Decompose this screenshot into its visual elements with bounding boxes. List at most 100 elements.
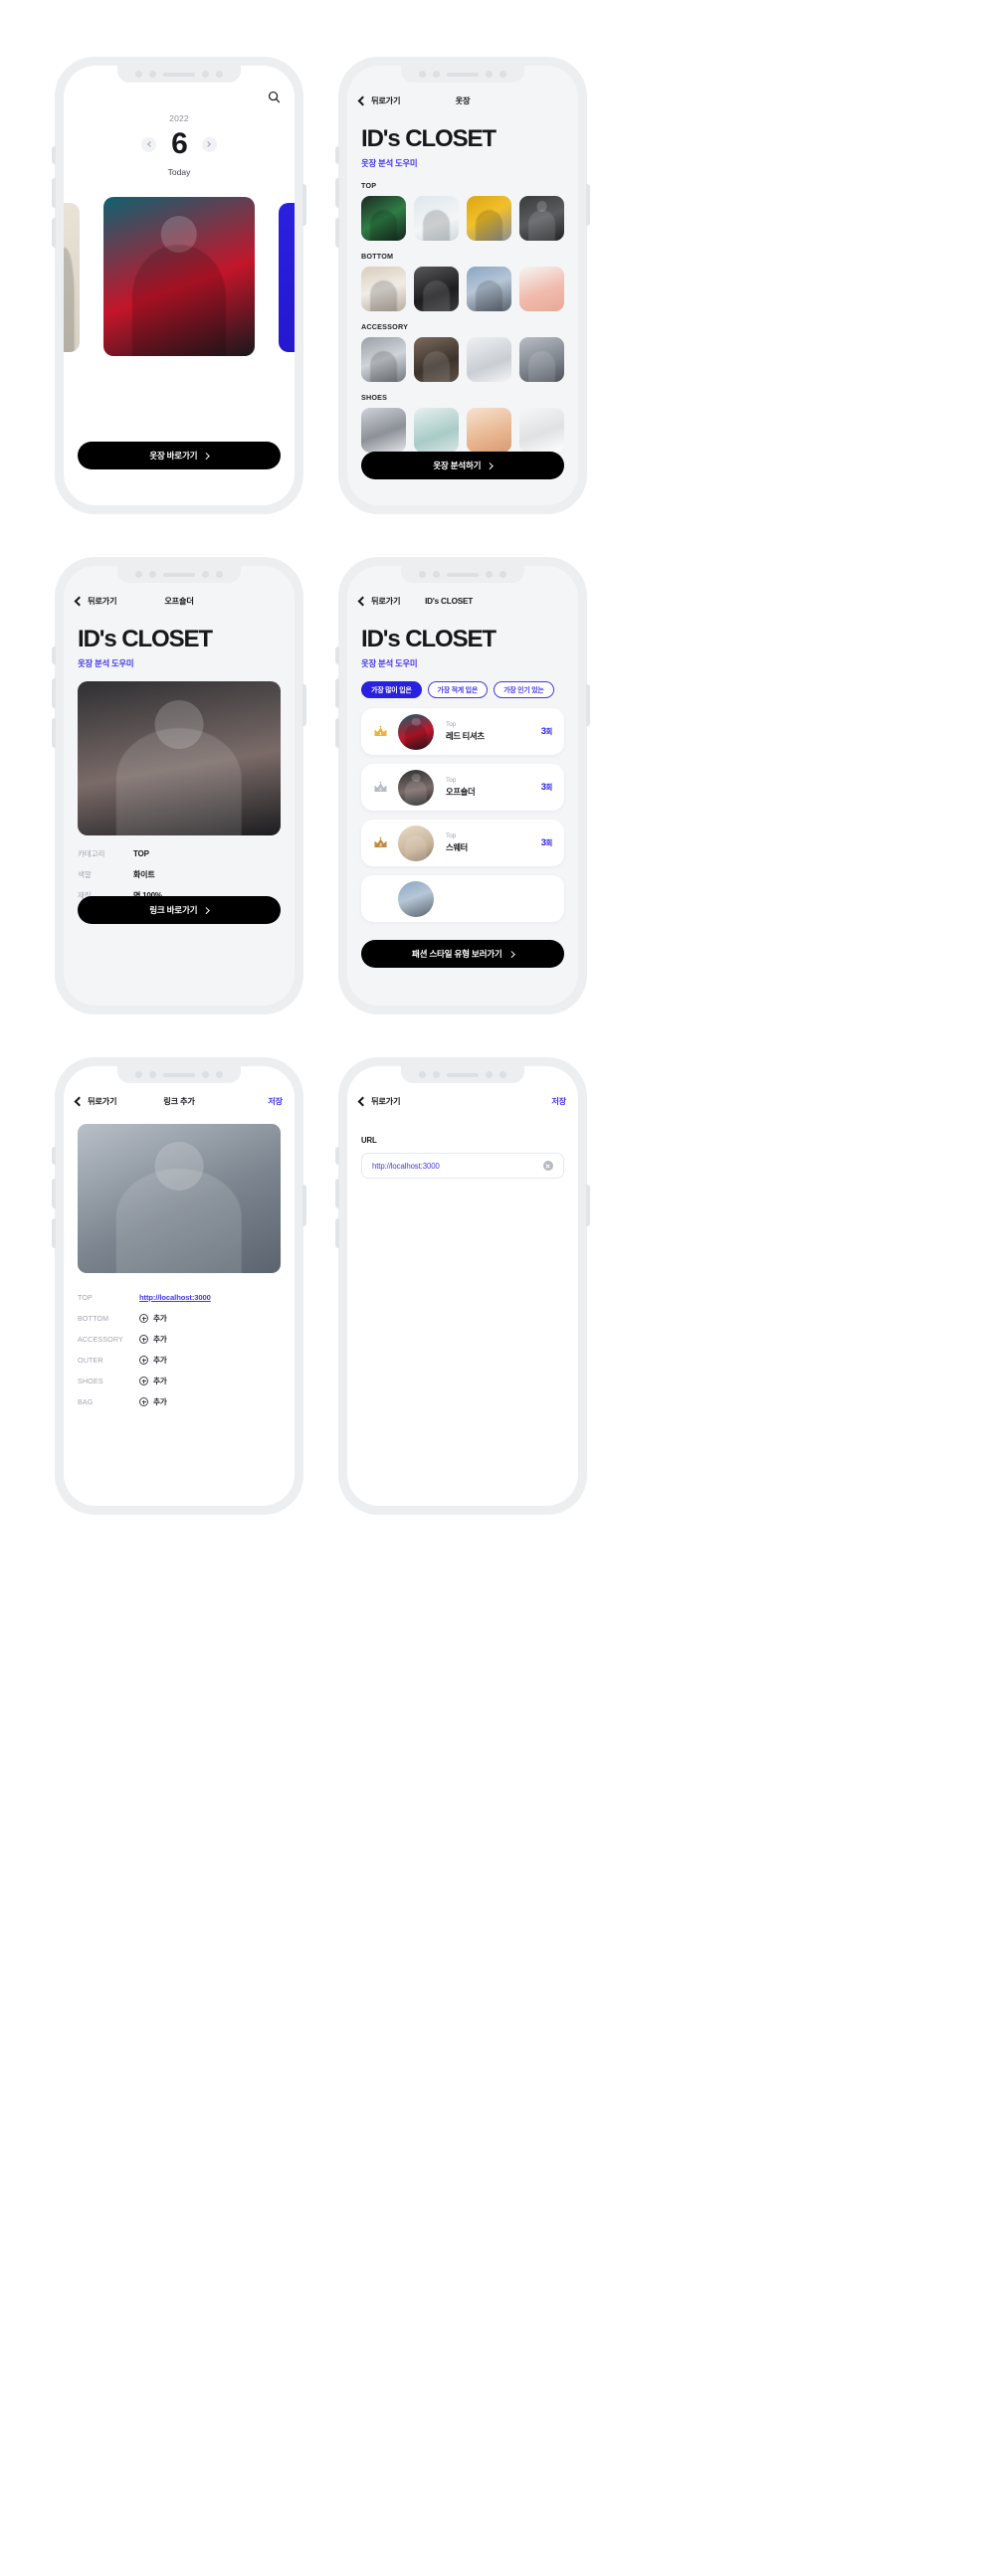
- filter-chip-most-worn[interactable]: 가장 많이 입은: [361, 681, 422, 698]
- section-items: [361, 337, 564, 382]
- search-icon[interactable]: [268, 91, 281, 103]
- carousel-slide-next[interactable]: [279, 203, 295, 352]
- link-url[interactable]: http://localhost:3000: [139, 1293, 211, 1302]
- save-button[interactable]: 저장: [268, 1095, 283, 1107]
- phone-button-mute: [52, 146, 56, 164]
- link-row: OUTER 추가: [78, 1350, 281, 1371]
- notch-sensor-dot: [499, 571, 506, 578]
- section-items: [361, 196, 564, 241]
- chevron-left-icon: [357, 1096, 368, 1106]
- add-link-button[interactable]: 추가: [139, 1376, 167, 1386]
- ranking-row[interactable]: [361, 875, 564, 922]
- add-link-button[interactable]: 추가: [139, 1355, 167, 1366]
- closet-item-beige-pants[interactable]: [361, 267, 406, 311]
- back-label: 뒤로가기: [88, 1097, 117, 1106]
- url-field-label: URL: [361, 1136, 377, 1145]
- closet-item-white-sneakers[interactable]: [414, 408, 459, 453]
- url-input[interactable]: http://localhost:3000: [372, 1162, 543, 1171]
- cta-label: 옷장 분석하기: [433, 460, 482, 470]
- brand-header: ID's CLOSET 옷장 분석 도우미: [64, 614, 295, 669]
- ranking-row[interactable]: 3 Top 스웨터 3회: [361, 820, 564, 866]
- notch-camera-dot: [433, 71, 440, 78]
- navigation-bar: 뒤로가기 링크 추가 저장: [64, 1088, 295, 1114]
- notch-speaker-bar: [447, 72, 479, 77]
- outfit-carousel[interactable]: [64, 195, 295, 358]
- link-row: BAG 추가: [78, 1391, 281, 1412]
- carousel-slide-previous[interactable]: [64, 203, 80, 352]
- wear-count-unit: 회: [545, 783, 553, 792]
- notch-speaker-bar: [163, 1072, 195, 1077]
- closet-item-black-leather-pants[interactable]: [414, 267, 459, 311]
- closet-item-green-top[interactable]: [361, 196, 406, 241]
- add-link-button[interactable]: 추가: [139, 1334, 167, 1345]
- back-button[interactable]: 뒤로가기: [74, 595, 117, 607]
- phone-notch: [401, 566, 524, 583]
- section-items: [361, 267, 564, 311]
- back-label: 뒤로가기: [371, 96, 401, 105]
- notch-sensor-dot: [135, 571, 142, 578]
- filter-chip-least-worn[interactable]: 가장 적게 입은: [427, 681, 489, 698]
- closet-item-white-mules[interactable]: [519, 408, 564, 453]
- closet-section-top: TOP: [361, 181, 564, 241]
- phone-button-power: [586, 184, 590, 226]
- clear-circle-icon[interactable]: [543, 1161, 553, 1171]
- notch-sensor-dot: [216, 1071, 223, 1078]
- spec-value: TOP: [133, 849, 149, 858]
- closet-item-nude-sandals[interactable]: [467, 408, 511, 453]
- notch-sensor-dot: [135, 1071, 142, 1078]
- filter-chip-most-popular[interactable]: 가장 인기 있는: [494, 681, 554, 698]
- notch-camera-dot: [433, 571, 440, 578]
- chevron-left-icon[interactable]: [141, 136, 157, 152]
- closet-item-silver-heels[interactable]: [361, 408, 406, 453]
- save-button[interactable]: 저장: [551, 1095, 566, 1107]
- notch-camera-dot: [149, 71, 156, 78]
- closet-section-shoes: SHOES: [361, 393, 564, 453]
- chevron-left-icon: [357, 596, 368, 606]
- link-key: BOTTOM: [78, 1314, 109, 1323]
- ranking-row[interactable]: 1 Top 레드 티셔츠 3회: [361, 708, 564, 755]
- chevron-right-icon[interactable]: [201, 136, 217, 152]
- phone-button-volume-up: [335, 678, 339, 708]
- plus-circle-icon: [139, 1356, 148, 1365]
- notch-sensor-dot: [486, 571, 493, 578]
- back-button[interactable]: 뒤로가기: [357, 595, 401, 607]
- closet-item-blue-jeans[interactable]: [467, 267, 511, 311]
- phone-button-volume-down: [52, 718, 56, 748]
- back-button[interactable]: 뒤로가기: [357, 94, 401, 106]
- go-to-link-button[interactable]: 링크 바로가기: [78, 896, 281, 924]
- wear-count-unit: 회: [545, 838, 553, 847]
- closet-item-sunglasses[interactable]: [361, 337, 406, 382]
- closet-item-gray-scarf[interactable]: [519, 337, 564, 382]
- phone-notch: [117, 1066, 241, 1083]
- notch-speaker-bar: [447, 1072, 479, 1077]
- url-input-wrapper[interactable]: http://localhost:3000: [361, 1153, 564, 1179]
- back-button[interactable]: 뒤로가기: [357, 1095, 401, 1107]
- brand-subtitle: 옷장 분석 도우미: [78, 658, 134, 668]
- plus-circle-icon: [139, 1397, 148, 1406]
- closet-item-white-sunglasses[interactable]: [467, 337, 511, 382]
- go-to-closet-button[interactable]: 옷장 바로가기: [78, 442, 281, 469]
- day-number: 6: [171, 127, 188, 160]
- closet-item-off-shoulder[interactable]: [519, 196, 564, 241]
- notch-sensor-dot: [202, 1071, 209, 1078]
- closet-item-white-knit[interactable]: [414, 196, 459, 241]
- add-link-button[interactable]: 추가: [139, 1313, 167, 1324]
- link-key: ACCESSORY: [78, 1335, 123, 1344]
- carousel-slide-active[interactable]: [103, 197, 255, 356]
- ranking-row-text: Top 스웨터: [446, 832, 541, 853]
- back-button[interactable]: 뒤로가기: [74, 1095, 117, 1107]
- notch-camera-dot: [433, 1071, 440, 1078]
- navigation-bar: 뒤로가기 옷장: [347, 88, 578, 113]
- navigation-bar: 뒤로가기 오프숄더: [64, 588, 295, 614]
- closet-item-brown-bag[interactable]: [414, 337, 459, 382]
- chevron-right-icon: [203, 906, 210, 914]
- plus-circle-icon: [139, 1377, 148, 1385]
- item-name: 오프숄더: [446, 787, 476, 797]
- add-link-button[interactable]: 추가: [139, 1396, 167, 1407]
- analyze-closet-button[interactable]: 옷장 분석하기: [361, 452, 564, 479]
- closet-item-yellow-blouse[interactable]: [467, 196, 511, 241]
- closet-item-pink-jogger[interactable]: [519, 267, 564, 311]
- ranking-row[interactable]: 2 Top 오프숄더 3회: [361, 764, 564, 811]
- view-fashion-style-button[interactable]: 패션 스타일 유형 보러가기: [361, 940, 564, 968]
- mockup-board: 2022 6 Today 옷장 바로가기 뒤로가기 옷장 ID's CLOSET…: [0, 0, 995, 2576]
